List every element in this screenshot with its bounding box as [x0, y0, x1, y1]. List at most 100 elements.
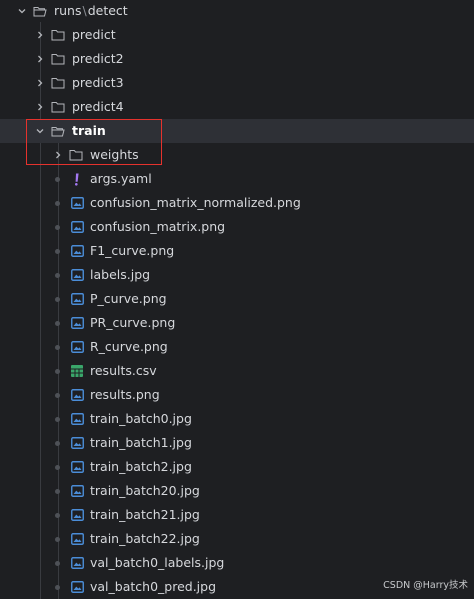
- tree-row-file[interactable]: P_curve.png: [0, 287, 474, 311]
- folder-icon: [50, 100, 66, 114]
- file-label: val_batch0_pred.jpg: [90, 579, 217, 594]
- tree-row-folder-predict3[interactable]: predict3: [0, 71, 474, 95]
- folder-label: predict4: [72, 99, 124, 114]
- image-icon: [69, 532, 85, 546]
- tree-row-file[interactable]: train_batch20.jpg: [0, 479, 474, 503]
- bullet-dot-icon: [55, 177, 60, 182]
- bullet-dot-icon: [55, 441, 60, 446]
- tree-row-file[interactable]: train_batch0.jpg: [0, 407, 474, 431]
- tree-row-file[interactable]: F1_curve.png: [0, 239, 474, 263]
- image-icon: [69, 580, 85, 594]
- file-label: results.csv: [90, 363, 157, 378]
- image-icon: [69, 484, 85, 498]
- tree-row-file[interactable]: confusion_matrix_normalized.png: [0, 191, 474, 215]
- tree-row-file[interactable]: confusion_matrix.png: [0, 215, 474, 239]
- file-label: P_curve.png: [90, 291, 167, 306]
- table-icon: [69, 364, 85, 378]
- bullet-dot-icon: [55, 417, 60, 422]
- bullet-dot-icon: [55, 513, 60, 518]
- bullet-dot-icon: [55, 321, 60, 326]
- bullet-dot-icon: [55, 489, 60, 494]
- tree-row-file[interactable]: train_batch2.jpg: [0, 455, 474, 479]
- bullet-dot-icon: [55, 537, 60, 542]
- tree-row-folder-train[interactable]: train: [0, 119, 474, 143]
- path-segment-runs: runs: [54, 3, 82, 18]
- bullet-dot-icon: [55, 345, 60, 350]
- bullet-dot-icon: [55, 273, 60, 278]
- bullet-dot-icon: [55, 297, 60, 302]
- folder-label: predict2: [72, 51, 124, 66]
- file-label: train_batch22.jpg: [90, 531, 200, 546]
- bullet-dot-icon: [55, 393, 60, 398]
- file-label: args.yaml: [90, 171, 152, 186]
- tree-row-folder-weights[interactable]: weights: [0, 143, 474, 167]
- folder-icon: [68, 148, 84, 162]
- chevron-down-icon[interactable]: [34, 125, 46, 137]
- tree-row-file[interactable]: results.png: [0, 383, 474, 407]
- bullet-dot-icon: [55, 561, 60, 566]
- tree-row-file[interactable]: val_batch0_labels.jpg: [0, 551, 474, 575]
- image-icon: [69, 244, 85, 258]
- file-label: results.png: [90, 387, 160, 402]
- image-icon: [69, 316, 85, 330]
- image-icon: [69, 196, 85, 210]
- image-icon: [69, 220, 85, 234]
- tree-row-file[interactable]: results.csv: [0, 359, 474, 383]
- image-icon: [69, 268, 85, 282]
- file-label: F1_curve.png: [90, 243, 175, 258]
- image-icon: [69, 460, 85, 474]
- tree-row-file[interactable]: labels.jpg: [0, 263, 474, 287]
- file-label: R_curve.png: [90, 339, 168, 354]
- file-label: labels.jpg: [90, 267, 151, 282]
- image-icon: [69, 292, 85, 306]
- tree-row-folder-predict2[interactable]: predict2: [0, 47, 474, 71]
- chevron-right-icon[interactable]: [34, 53, 46, 65]
- chevron-right-icon[interactable]: [34, 77, 46, 89]
- chevron-right-icon[interactable]: [34, 29, 46, 41]
- folder-label: predict3: [72, 75, 124, 90]
- file-label: train_batch0.jpg: [90, 411, 192, 426]
- watermark: CSDN @Harry技术: [383, 580, 468, 591]
- chevron-right-icon[interactable]: [34, 101, 46, 113]
- bullet-dot-icon: [55, 585, 60, 590]
- root-path-label: runs\detect: [54, 3, 128, 18]
- tree-row-file[interactable]: train_batch1.jpg: [0, 431, 474, 455]
- image-icon: [69, 556, 85, 570]
- bullet-dot-icon: [55, 369, 60, 374]
- file-label: PR_curve.png: [90, 315, 176, 330]
- folder-open-icon: [50, 124, 66, 138]
- file-label: train_batch20.jpg: [90, 483, 200, 498]
- file-label: confusion_matrix_normalized.png: [90, 195, 301, 210]
- image-icon: [69, 388, 85, 402]
- image-icon: [69, 508, 85, 522]
- file-label: train_batch21.jpg: [90, 507, 200, 522]
- folder-label: predict: [72, 27, 116, 42]
- image-icon: [69, 412, 85, 426]
- folder-icon: [50, 28, 66, 42]
- file-label: train_batch2.jpg: [90, 459, 192, 474]
- folder-label: train: [72, 123, 106, 138]
- folder-icon: [50, 76, 66, 90]
- chevron-right-icon[interactable]: [52, 149, 64, 161]
- image-icon: [69, 340, 85, 354]
- tree-row-root[interactable]: runs\detect: [0, 0, 474, 23]
- folder-open-icon: [32, 4, 48, 18]
- chevron-down-icon[interactable]: [16, 5, 28, 17]
- file-label: confusion_matrix.png: [90, 219, 226, 234]
- tree-row-file[interactable]: train_batch22.jpg: [0, 527, 474, 551]
- tree-row-file[interactable]: args.yaml: [0, 167, 474, 191]
- folder-label: weights: [90, 147, 139, 162]
- file-label: val_batch0_labels.jpg: [90, 555, 225, 570]
- image-icon: [69, 436, 85, 450]
- project-file-tree: runs\detect predict predict2 predict3 pr…: [0, 0, 474, 599]
- tree-row-file[interactable]: PR_curve.png: [0, 311, 474, 335]
- folder-icon: [50, 52, 66, 66]
- tree-row-file[interactable]: R_curve.png: [0, 335, 474, 359]
- exclamation-yaml-icon: [69, 172, 85, 186]
- bullet-dot-icon: [55, 465, 60, 470]
- tree-row-folder-predict[interactable]: predict: [0, 23, 474, 47]
- file-label: train_batch1.jpg: [90, 435, 192, 450]
- tree-row-file[interactable]: train_batch21.jpg: [0, 503, 474, 527]
- bullet-dot-icon: [55, 201, 60, 206]
- tree-row-folder-predict4[interactable]: predict4: [0, 95, 474, 119]
